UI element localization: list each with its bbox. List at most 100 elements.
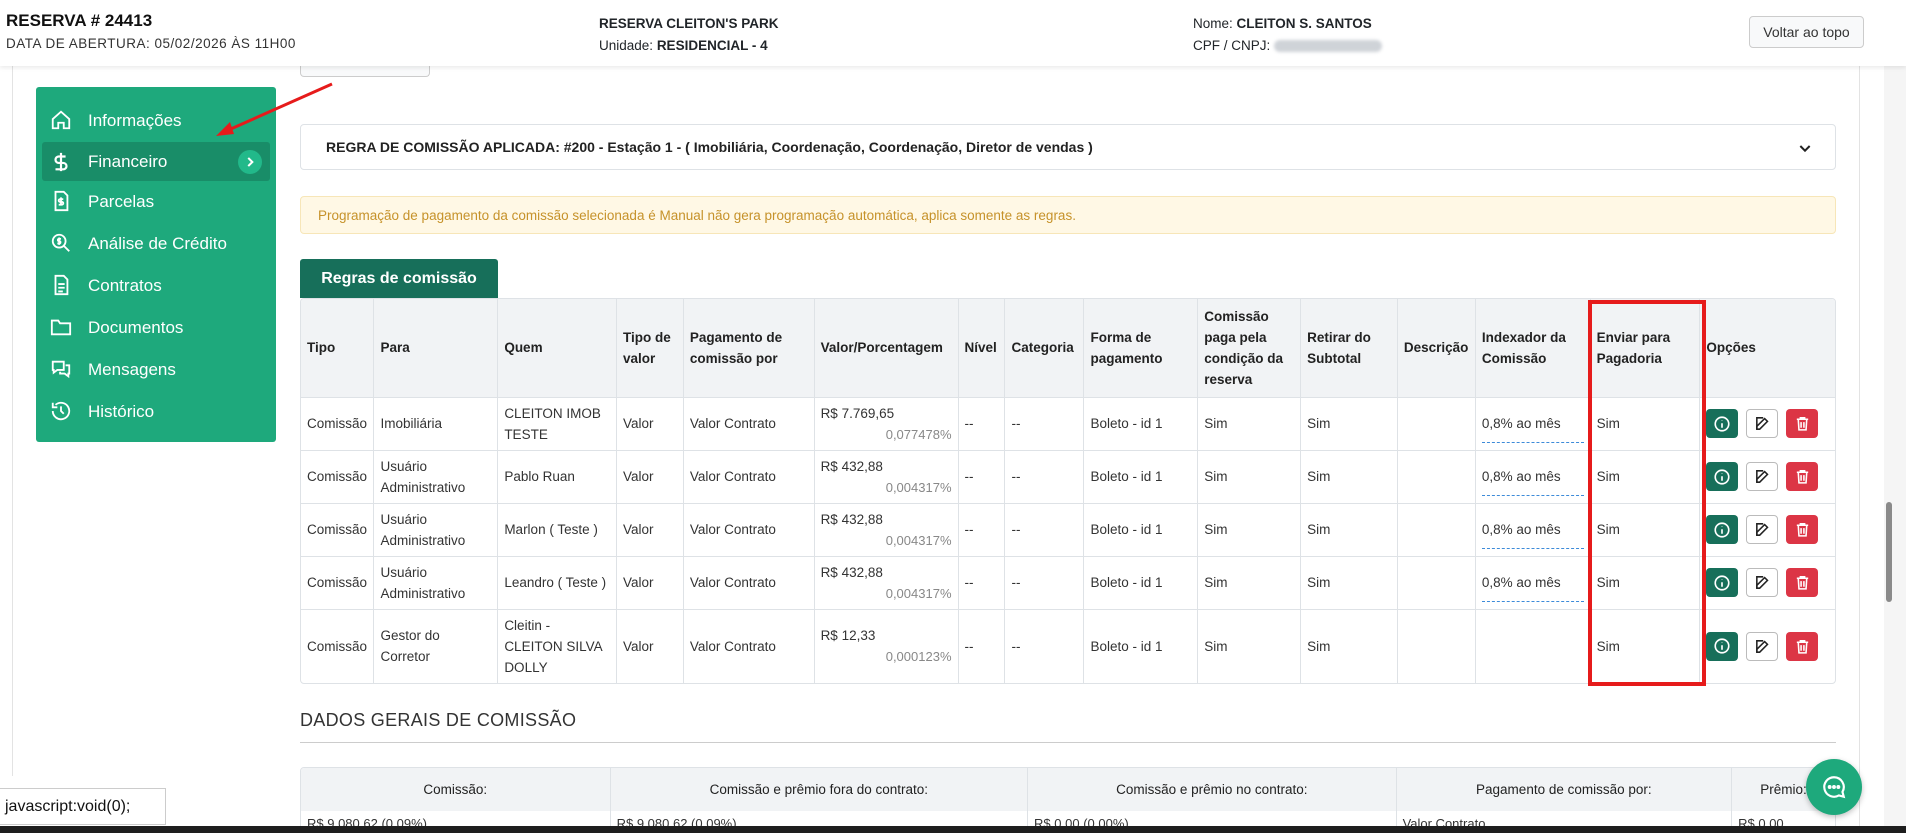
- column-header: Indexador da Comissão: [1475, 299, 1591, 397]
- section-divider: [300, 742, 1836, 743]
- sidebar-item-documentos[interactable]: Documentos: [42, 307, 270, 349]
- delete-button[interactable]: [1786, 409, 1819, 438]
- info-button[interactable]: [1706, 409, 1739, 438]
- manual-payment-alert: Programação de pagamento da comissão sel…: [300, 196, 1836, 234]
- valor-amount: R$ 12,33: [820, 628, 876, 644]
- cell-indexador[interactable]: 0,8% ao mês: [1475, 396, 1591, 450]
- cell-para: Usuário Administrativo: [373, 449, 499, 503]
- edit-button[interactable]: [1746, 631, 1779, 661]
- edit-button[interactable]: [1746, 568, 1779, 597]
- unit-label: Unidade:: [599, 38, 654, 53]
- table-header-row: Tipo Para Quem Tipo de valor Pagamento d…: [301, 299, 1835, 397]
- cell-quem: Marlon ( Teste ): [497, 502, 617, 556]
- invoice-icon: [54, 190, 69, 212]
- content-edge-right: [1859, 66, 1860, 826]
- sidebar-item-financeiro[interactable]: Financeiro: [42, 142, 270, 181]
- column-header: Pagamento de comissão por:: [1397, 768, 1733, 811]
- cell-para: Gestor do Corretor: [373, 608, 499, 683]
- cell-condicao: Sim: [1197, 396, 1302, 450]
- cell-tipo_valor: Valor: [616, 449, 684, 503]
- page-header: RESERVA # 24413 DATA DE ABERTURA: 05/02/…: [0, 0, 1906, 66]
- cell-descricao: [1397, 396, 1476, 450]
- commission-rule-accordion[interactable]: REGRA DE COMISSÃO APLICADA: #200 - Estaç…: [300, 124, 1836, 170]
- trash-icon: [1796, 523, 1809, 537]
- tab-regras-comissao[interactable]: Regras de comissão: [300, 259, 498, 298]
- cell-tipo: Comissão: [301, 449, 375, 503]
- info-button[interactable]: [1706, 631, 1739, 661]
- cell-descricao: [1397, 608, 1476, 683]
- scrollbar-track[interactable]: [1884, 66, 1906, 833]
- cell-pagamento: Valor Contrato: [683, 555, 815, 609]
- info-icon: [1714, 574, 1730, 591]
- delete-button[interactable]: [1786, 462, 1819, 491]
- info-button[interactable]: [1706, 462, 1739, 491]
- name-label: Nome:: [1193, 16, 1233, 31]
- valor-amount: R$ 432,88: [820, 564, 883, 580]
- info-button[interactable]: [1706, 515, 1739, 544]
- cell-indexador[interactable]: 0,8% ao mês: [1475, 555, 1591, 609]
- edit-icon: [1755, 639, 1769, 653]
- delete-button[interactable]: [1786, 515, 1819, 544]
- cell-pagadoria: Sim: [1590, 608, 1701, 683]
- info-icon: [1714, 468, 1730, 485]
- back-to-top-button[interactable]: Voltar ao topo: [1749, 16, 1864, 48]
- cell-pagamento: Valor Contrato: [683, 396, 815, 450]
- cell-para: Imobiliária: [373, 396, 499, 450]
- sidebar: Informações Financeiro Parcelas Análise …: [36, 87, 276, 442]
- table-row: Comissão Usuário Administrativo Pablo Ruan…: [301, 449, 1835, 503]
- cell-options: [1699, 555, 1835, 609]
- indexador-link[interactable]: 0,8% ao mês: [1481, 564, 1584, 602]
- cell-quem: CLEITON IMOB TESTE: [497, 396, 617, 450]
- delete-button[interactable]: [1786, 568, 1819, 597]
- column-header: Enviar para Pagadoria: [1590, 299, 1701, 397]
- column-header: Quem: [497, 299, 617, 397]
- edit-button[interactable]: [1746, 462, 1779, 491]
- tab-label: Regras de comissão: [321, 269, 477, 287]
- sidebar-item-historico[interactable]: Histórico: [42, 391, 270, 433]
- cell-pagamento: Valor Contrato: [683, 608, 815, 683]
- sidebar-item-parcelas[interactable]: Parcelas: [42, 181, 270, 223]
- cell-nivel: --: [958, 396, 1006, 450]
- cell-nivel: --: [958, 449, 1006, 503]
- cell-forma: Boleto - id 1: [1083, 396, 1199, 450]
- cell-tipo: Comissão: [301, 396, 375, 450]
- cell-pagadoria: Sim: [1590, 502, 1701, 556]
- sidebar-item-mensagens[interactable]: Mensagens: [42, 349, 270, 391]
- edit-button[interactable]: [1746, 409, 1779, 438]
- cell-valor: R$ 432,88 0,004317%: [814, 449, 959, 503]
- cell-descricao: [1397, 449, 1476, 503]
- alert-text: Programação de pagamento da comissão sel…: [318, 207, 1076, 223]
- indexador-link[interactable]: 0,8% ao mês: [1481, 511, 1584, 549]
- scrollbar-thumb[interactable]: [1886, 502, 1892, 602]
- sidebar-item-analise-credito[interactable]: Análise de Crédito: [42, 223, 270, 265]
- cell-pagadoria: Sim: [1590, 555, 1701, 609]
- cell-subtotal: Sim: [1300, 396, 1398, 450]
- valor-amount: R$ 432,88: [820, 511, 883, 527]
- cell-valor: R$ 432,88 0,004317%: [814, 502, 959, 556]
- cell-indexador[interactable]: 0,8% ao mês: [1475, 502, 1591, 556]
- sidebar-item-contratos[interactable]: Contratos: [42, 265, 270, 307]
- cell-valor: R$ 12,33 0,000123%: [814, 608, 959, 683]
- delete-button[interactable]: [1786, 631, 1819, 661]
- chat-icon: [51, 360, 71, 379]
- column-header: Comissão e prêmio no contrato:: [1028, 768, 1397, 811]
- client-info: Nome: CLEITON S. SANTOS CPF / CNPJ:: [1193, 13, 1383, 57]
- indexador-link[interactable]: 0,8% ao mês: [1481, 458, 1584, 496]
- cell-tipo: Comissão: [301, 502, 375, 556]
- column-header: Categoria: [1004, 299, 1085, 397]
- cell-indexador[interactable]: 0,8% ao mês: [1475, 449, 1591, 503]
- column-header: Pagamento de comissão por: [683, 299, 815, 397]
- info-button[interactable]: [1706, 568, 1739, 597]
- edit-button[interactable]: [1746, 515, 1779, 544]
- credit-search-icon: [51, 233, 70, 252]
- cell-pagadoria: Sim: [1590, 449, 1701, 503]
- general-header-row: Comissão: Comissão e prêmio fora do cont…: [301, 768, 1835, 811]
- project-info: RESERVA CLEITON'S PARK Unidade: RESIDENC…: [599, 13, 779, 57]
- indexador-link[interactable]: 0,8% ao mês: [1481, 405, 1584, 443]
- chat-button[interactable]: [1806, 759, 1862, 815]
- cell-forma: Boleto - id 1: [1083, 608, 1199, 683]
- column-header: Nível: [958, 299, 1006, 397]
- cell-tipo: Comissão: [301, 608, 375, 683]
- valor-percent: 0,004317%: [885, 585, 952, 601]
- cell-forma: Boleto - id 1: [1083, 502, 1199, 556]
